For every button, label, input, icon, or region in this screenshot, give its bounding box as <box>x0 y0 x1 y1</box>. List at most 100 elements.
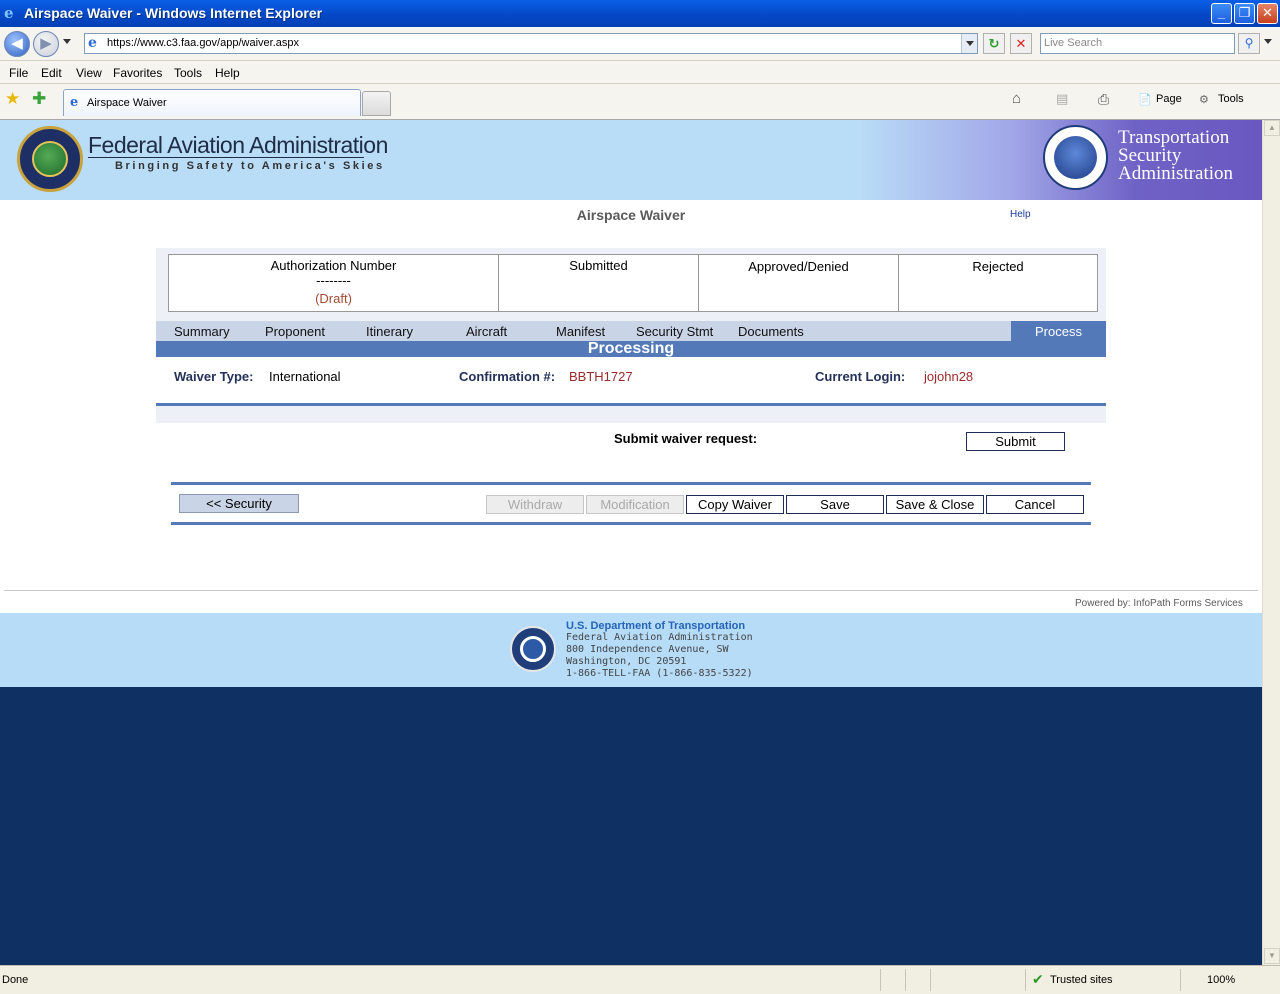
page-menu-icon: 📄 <box>1138 94 1152 106</box>
copy-waiver-button[interactable]: Copy Waiver <box>686 495 784 514</box>
form-nav-tabs: Summary Proponent Itinerary Aircraft Man… <box>156 321 1106 341</box>
modification-button[interactable]: Modification <box>586 495 684 514</box>
status-submitted: Submitted <box>499 255 699 311</box>
tools-gear-icon: ⚙ <box>1199 94 1209 106</box>
print-icon[interactable]: ⎙ <box>1098 90 1109 108</box>
waiver-type-value: International <box>269 369 341 384</box>
menu-file[interactable]: File <box>9 66 28 80</box>
menu-help[interactable]: Help <box>215 66 240 80</box>
address-phone: 1-866-TELL-FAA (1-866-835-5322) <box>566 668 753 679</box>
current-login-value: jojohn28 <box>924 369 974 384</box>
search-icon[interactable]: ⚲ <box>1238 33 1260 54</box>
feeds-icon[interactable]: ▤ <box>1056 90 1068 108</box>
tab-documents[interactable]: Documents <box>738 324 804 339</box>
tab-bar: ★ ✚ e Airspace Waiver ⌂ ▤ ⎙ 📄 Page ⚙ Too… <box>0 84 1280 120</box>
actions-bottom-rule <box>171 522 1091 525</box>
page-viewport: Federal Aviation Administration Bringing… <box>0 120 1262 965</box>
back-to-security-button[interactable]: << Security <box>179 494 299 513</box>
address-line-2: 800 Independence Avenue, SW <box>566 644 729 655</box>
scroll-down-icon[interactable]: ▼ <box>1264 948 1280 964</box>
tab-proponent[interactable]: Proponent <box>265 324 325 339</box>
tab-label: Airspace Waiver <box>87 97 167 109</box>
cancel-button[interactable]: Cancel <box>986 495 1084 514</box>
favorites-star-icon[interactable]: ★ <box>5 90 20 108</box>
url-field[interactable]: e https://www.c3.faa.gov/app/waiver.aspx <box>84 33 978 54</box>
address-line-3: Washington, DC 20591 <box>566 656 687 667</box>
confirmation-value: BBTH1727 <box>569 369 633 384</box>
authorization-number: -------- <box>316 273 351 288</box>
window-title-bar: e Airspace Waiver - Windows Internet Exp… <box>0 0 1280 27</box>
home-icon[interactable]: ⌂ <box>1012 90 1021 108</box>
back-button[interactable]: ◀ <box>4 31 30 57</box>
close-window-button[interactable]: ✕ <box>1257 3 1278 24</box>
search-input[interactable]: Live Search <box>1040 33 1235 54</box>
submit-label: Submit waiver request: <box>614 431 758 446</box>
page-title: Airspace Waiver <box>576 207 686 223</box>
tab-process[interactable]: Process <box>1011 321 1106 341</box>
tab-airspace-waiver[interactable]: e Airspace Waiver <box>63 89 361 116</box>
dot-address: U.S. Department of Transportation Federa… <box>566 620 753 680</box>
menu-view[interactable]: View <box>76 66 102 80</box>
tsa-name: Transportation Security Administration <box>1118 128 1234 184</box>
status-authorization: Authorization Number -------- (Draft) <box>169 255 499 311</box>
current-login-label: Current Login: <box>815 369 906 384</box>
maximize-button[interactable]: ❐ <box>1234 3 1255 24</box>
search-options-icon[interactable] <box>1264 39 1272 44</box>
actions-top-rule <box>171 482 1091 485</box>
tools-menu-button[interactable]: Tools <box>1218 93 1244 105</box>
withdraw-button[interactable]: Withdraw <box>486 495 584 514</box>
status-text: Done <box>2 974 29 986</box>
url-text: https://www.c3.faa.gov/app/waiver.aspx <box>107 37 299 49</box>
authorization-label: Authorization Number <box>270 258 397 273</box>
status-separator <box>1025 969 1026 991</box>
help-link[interactable]: Help <box>1010 209 1031 220</box>
page-menu-button[interactable]: Page <box>1156 93 1182 105</box>
ie-logo-icon: e <box>4 4 14 22</box>
tab-page-icon: e <box>70 95 79 110</box>
status-bar: Done ✔ Trusted sites 100% <box>0 965 1280 994</box>
waiver-type-label: Waiver Type: <box>174 369 254 384</box>
tsa-line-3: Administration <box>1118 163 1234 184</box>
save-close-button[interactable]: Save & Close <box>886 495 984 514</box>
window-title: Airspace Waiver - Windows Internet Explo… <box>24 5 323 21</box>
submit-button[interactable]: Submit <box>966 432 1065 451</box>
faa-seal-logo <box>17 126 83 192</box>
refresh-icon[interactable]: ↻ <box>983 33 1005 54</box>
faa-divider <box>88 157 364 158</box>
site-header: Federal Aviation Administration Bringing… <box>0 120 1262 200</box>
new-tab-button[interactable] <box>362 91 391 116</box>
status-separator <box>930 969 931 991</box>
history-dropdown-icon[interactable] <box>63 39 71 44</box>
tab-summary[interactable]: Summary <box>174 324 230 339</box>
dot-seal-logo <box>510 626 556 672</box>
menu-edit[interactable]: Edit <box>41 66 62 80</box>
minimize-button[interactable]: _ <box>1211 3 1232 24</box>
spacer-band <box>156 406 1106 423</box>
menu-tools[interactable]: Tools <box>174 66 202 80</box>
tab-security-stmt[interactable]: Security Stmt <box>636 324 713 339</box>
tab-itinerary[interactable]: Itinerary <box>366 324 413 339</box>
dot-department[interactable]: U.S. Department of Transportation <box>566 620 753 632</box>
faa-title: Federal Aviation Administration <box>88 132 388 158</box>
tab-manifest[interactable]: Manifest <box>556 324 605 339</box>
vertical-scrollbar[interactable]: ▲ ▼ <box>1262 120 1280 965</box>
footer-divider <box>4 590 1258 591</box>
scroll-up-icon[interactable]: ▲ <box>1264 120 1280 136</box>
page-background-fill <box>0 687 1262 965</box>
status-approved-denied: Approved/Denied <box>699 255 899 311</box>
status-table: Authorization Number -------- (Draft) Su… <box>168 254 1098 312</box>
status-separator <box>1180 969 1181 991</box>
address-line-1: Federal Aviation Administration <box>566 632 753 643</box>
url-dropdown-button[interactable] <box>961 34 977 53</box>
save-button[interactable]: Save <box>786 495 884 514</box>
add-favorite-icon[interactable]: ✚ <box>32 90 46 108</box>
tab-aircraft[interactable]: Aircraft <box>466 324 507 339</box>
stop-icon[interactable]: ✕ <box>1010 33 1032 54</box>
security-zone: Trusted sites <box>1050 974 1113 986</box>
status-rejected: Rejected <box>972 259 1024 274</box>
zoom-level[interactable]: 100% <box>1207 974 1235 986</box>
forward-button[interactable]: ▶ <box>33 31 59 57</box>
menu-bar: File Edit View Favorites Tools Help <box>0 61 1280 84</box>
status-separator <box>880 969 881 991</box>
menu-favorites[interactable]: Favorites <box>113 66 162 80</box>
